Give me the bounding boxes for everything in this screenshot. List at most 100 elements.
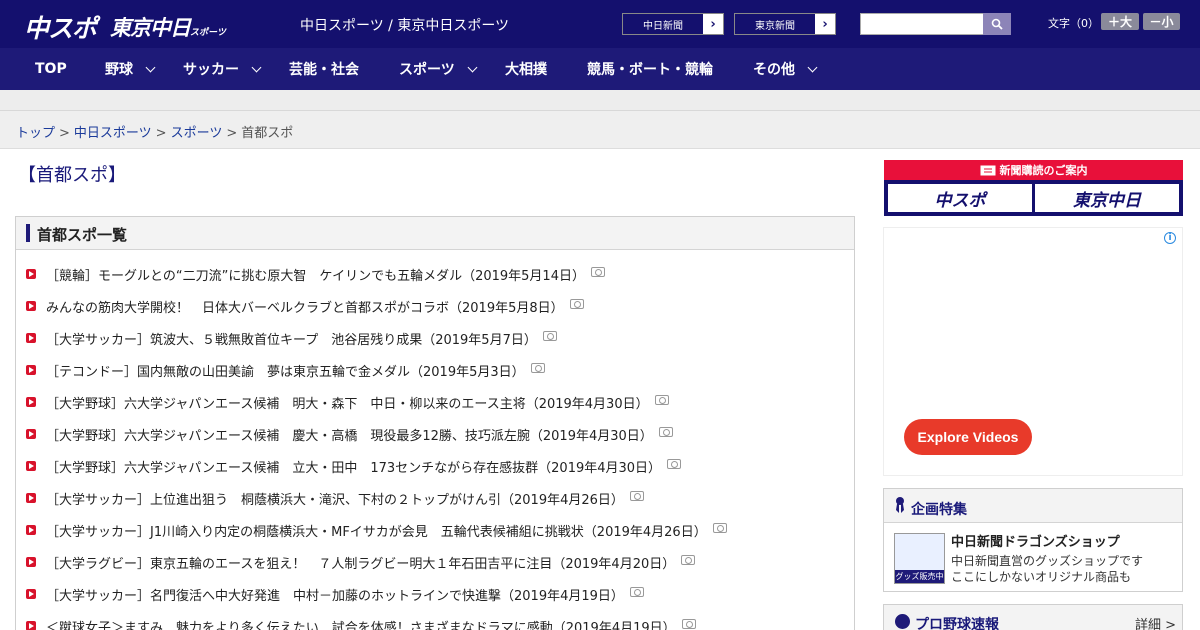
subscription-heading-text: 新聞購読のご案内: [999, 164, 1088, 177]
article-link[interactable]: ［大学野球］六大学ジャパンエース候補 慶大・高橋 現役最多12勝、技巧派左腕（2…: [26, 424, 673, 444]
camera-icon: [681, 555, 696, 565]
article-link[interactable]: ［大学サッカー］名門復活へ中大好発進 中村－加藤のホットラインで快進撃（2019…: [26, 584, 644, 604]
chevron-down-icon: [145, 62, 156, 72]
chunichi-shimbun-link[interactable]: 中日新聞 ›: [622, 13, 724, 35]
heading-accent: [26, 224, 30, 242]
breadcrumb-chuspo[interactable]: 中日スポーツ: [74, 126, 152, 141]
nav-item-other[interactable]: その他: [753, 48, 818, 90]
bullet-arrow-icon: [26, 461, 36, 471]
bullet-arrow-icon: [26, 429, 36, 439]
article-link[interactable]: ［競輪］モーグルとの“二刀流”に挑む原大智 ケイリンでも五輪メダル（2019年5…: [26, 264, 605, 284]
thumbnail-caption: グッズ販売中: [895, 570, 944, 583]
ribbon-icon: [896, 497, 904, 513]
breadcrumb: トップ > 中日スポーツ > スポーツ > 首都スポ: [16, 122, 293, 141]
article-link[interactable]: ［大学野球］六大学ジャパンエース候補 明大・森下 中日・柳以来のエース主将（20…: [26, 392, 669, 412]
article-link[interactable]: ［大学サッカー］上位進出狙う 桐蔭横浜大・滝沢、下村の２トップがけん引（2019…: [26, 488, 644, 508]
camera-icon: [629, 491, 644, 501]
bullet-arrow-icon: [26, 525, 36, 535]
dragons-shop-description: 中日新聞直営のグッズショップです ここにしかないオリジナル商品も: [951, 553, 1143, 585]
explore-videos-button[interactable]: Explore Videos: [904, 419, 1032, 455]
article-title: ［競輪］モーグルとの“二刀流”に挑む原大智 ケイリンでも五輪メダル（2019年5…: [46, 268, 585, 284]
article-title: ［大学野球］六大学ジャパンエース候補 立大・田中 173センチながら存在感抜群（…: [46, 460, 662, 476]
camera-icon: [629, 587, 644, 597]
description-line: 中日新聞直営のグッズショップです: [951, 554, 1144, 568]
nav-item-label: TOP: [35, 61, 67, 77]
bullet-arrow-icon: [26, 621, 36, 630]
baseball-scores-box: プロ野球速報 詳細 >: [883, 604, 1183, 630]
font-size-down-button[interactable]: －小: [1143, 13, 1180, 30]
chevron-down-icon: [807, 62, 818, 72]
feature-title: 企画特集: [911, 502, 967, 518]
article-link[interactable]: ［大学サッカー］筑波大、５戦無敗首位キープ 池谷居残り成果（2019年5月7日）: [26, 328, 557, 348]
advertisement: i Explore Videos: [883, 227, 1183, 476]
article-list-header: 首都スポ一覧: [16, 217, 854, 250]
nav-item-sports[interactable]: スポーツ: [399, 48, 478, 90]
subscription-chuspo-logo[interactable]: 中スポ: [888, 184, 1032, 212]
bullet-arrow-icon: [26, 365, 36, 375]
article-title: みんなの筋肉大学開校！ 日体大バーベルクラブと首都スポがコラボ（2019年5月8…: [46, 300, 564, 316]
camera-icon: [654, 395, 669, 405]
ad-info-icon[interactable]: i: [1164, 232, 1176, 244]
bullet-arrow-icon: [26, 333, 36, 343]
chevron-down-icon: [467, 62, 478, 72]
nav-item-entertainment[interactable]: 芸能・社会: [289, 48, 359, 90]
search-icon: [991, 18, 1003, 30]
article-list-title: 首都スポ一覧: [37, 226, 128, 244]
nav-item-top[interactable]: TOP: [35, 48, 67, 90]
tokyo-chunichi-logo[interactable]: 東京中日スポーツ: [110, 12, 226, 42]
dragons-shop-thumbnail[interactable]: グッズ販売中: [894, 533, 945, 584]
article-list-box: 首都スポ一覧 ［競輪］モーグルとの“二刀流”に挑む原大智 ケイリンでも五輪メダル…: [15, 216, 855, 630]
camera-icon: [667, 459, 682, 469]
subscription-banner[interactable]: 新聞購読のご案内 中スポ 東京中日: [884, 160, 1183, 216]
nav-item-label: 芸能・社会: [289, 62, 359, 78]
article-link[interactable]: ［大学ラグビー］東京五輪のエースを狙え！ ７人制ラグビー明大１年石田吉平に注目（…: [26, 552, 696, 572]
bullet-arrow-icon: [26, 557, 36, 567]
nav-item-label: その他: [753, 62, 795, 78]
breadcrumb-separator: >: [155, 126, 167, 141]
header-band: [0, 90, 1200, 111]
article-link[interactable]: みんなの筋肉大学開校！ 日体大バーベルクラブと首都スポがコラボ（2019年5月8…: [26, 296, 584, 316]
article-title: ［大学野球］六大学ジャパンエース候補 慶大・高橋 現役最多12勝、技巧派左腕（2…: [46, 428, 653, 444]
tokyo-shimbun-label: 東京新聞: [735, 14, 815, 34]
search-input[interactable]: [860, 13, 984, 35]
breadcrumb-separator: >: [59, 126, 70, 141]
article-title: ［大学サッカー］上位進出狙う 桐蔭横浜大・滝沢、下村の２トップがけん引（2019…: [46, 492, 624, 508]
subscription-tokyo-chunichi-logo[interactable]: 東京中日: [1035, 184, 1179, 212]
description-line: ここにしかないオリジナル商品も: [951, 570, 1132, 584]
camera-icon: [712, 523, 727, 533]
newspaper-icon: [980, 165, 995, 175]
baseball-scores-title: プロ野球速報: [915, 617, 999, 630]
chuspo-logo[interactable]: 中スポ: [24, 9, 97, 43]
nav-item-baseball[interactable]: 野球: [105, 48, 156, 90]
chevron-right-icon: ›: [815, 14, 835, 34]
nav-item-soccer[interactable]: サッカー: [183, 48, 262, 90]
nav-item-sumo[interactable]: 大相撲: [505, 48, 547, 90]
search-button[interactable]: [983, 13, 1011, 35]
article-title: ［大学サッカー］筑波大、５戦無敗首位キープ 池谷居残り成果（2019年5月7日）: [46, 332, 537, 348]
camera-icon: [590, 267, 605, 277]
camera-icon: [569, 299, 584, 309]
article-link[interactable]: ［テコンドー］国内無敵の山田美諭 夢は東京五輪で金メダル（2019年5月3日）: [26, 360, 545, 380]
font-size-up-button[interactable]: ＋大: [1101, 13, 1139, 30]
article-link[interactable]: ［大学野球］六大学ジャパンエース候補 立大・田中 173センチながら存在感抜群（…: [26, 456, 682, 476]
baseball-more-link[interactable]: 詳細 >: [1135, 614, 1176, 630]
bullet-arrow-icon: [26, 493, 36, 503]
article-link[interactable]: ［大学サッカー］J1川崎入り内定の桐蔭横浜大・MFイサカが会見 五輪代表候補組に…: [26, 520, 727, 540]
breadcrumb-top[interactable]: トップ: [16, 126, 55, 141]
article-title: ［大学サッカー］名門復活へ中大好発進 中村－加藤のホットラインで快進撃（2019…: [46, 588, 624, 604]
chunichi-shimbun-label: 中日新聞: [623, 14, 703, 34]
dragons-shop-link[interactable]: 中日新聞ドラゴンズショップ: [951, 531, 1120, 550]
article-title: ［大学サッカー］J1川崎入り内定の桐蔭横浜大・MFイサカが会見 五輪代表候補組に…: [46, 524, 707, 540]
article-link[interactable]: ＜蹴球女子＞ますみ 魅力をより多く伝えたい 試合を体感！さまざまなドラマに感動（…: [26, 616, 696, 630]
bullet-arrow-icon: [26, 589, 36, 599]
tokyo-shimbun-link[interactable]: 東京新聞 ›: [734, 13, 836, 35]
nav-item-racing[interactable]: 競馬・ボート・競輪: [587, 48, 713, 90]
breadcrumb-sports[interactable]: スポーツ: [171, 126, 223, 141]
chevron-down-icon: [251, 62, 262, 72]
feature-header: 企画特集: [884, 489, 1182, 523]
subscription-heading: 新聞購読のご案内: [884, 160, 1183, 180]
page-title: 【首都スポ】: [18, 165, 126, 186]
font-size-label: 文字（0）: [1048, 17, 1099, 30]
breadcrumb-bar: トップ > 中日スポーツ > スポーツ > 首都スポ: [0, 111, 1200, 149]
site-caption: 中日スポーツ / 東京中日スポーツ: [300, 18, 510, 34]
